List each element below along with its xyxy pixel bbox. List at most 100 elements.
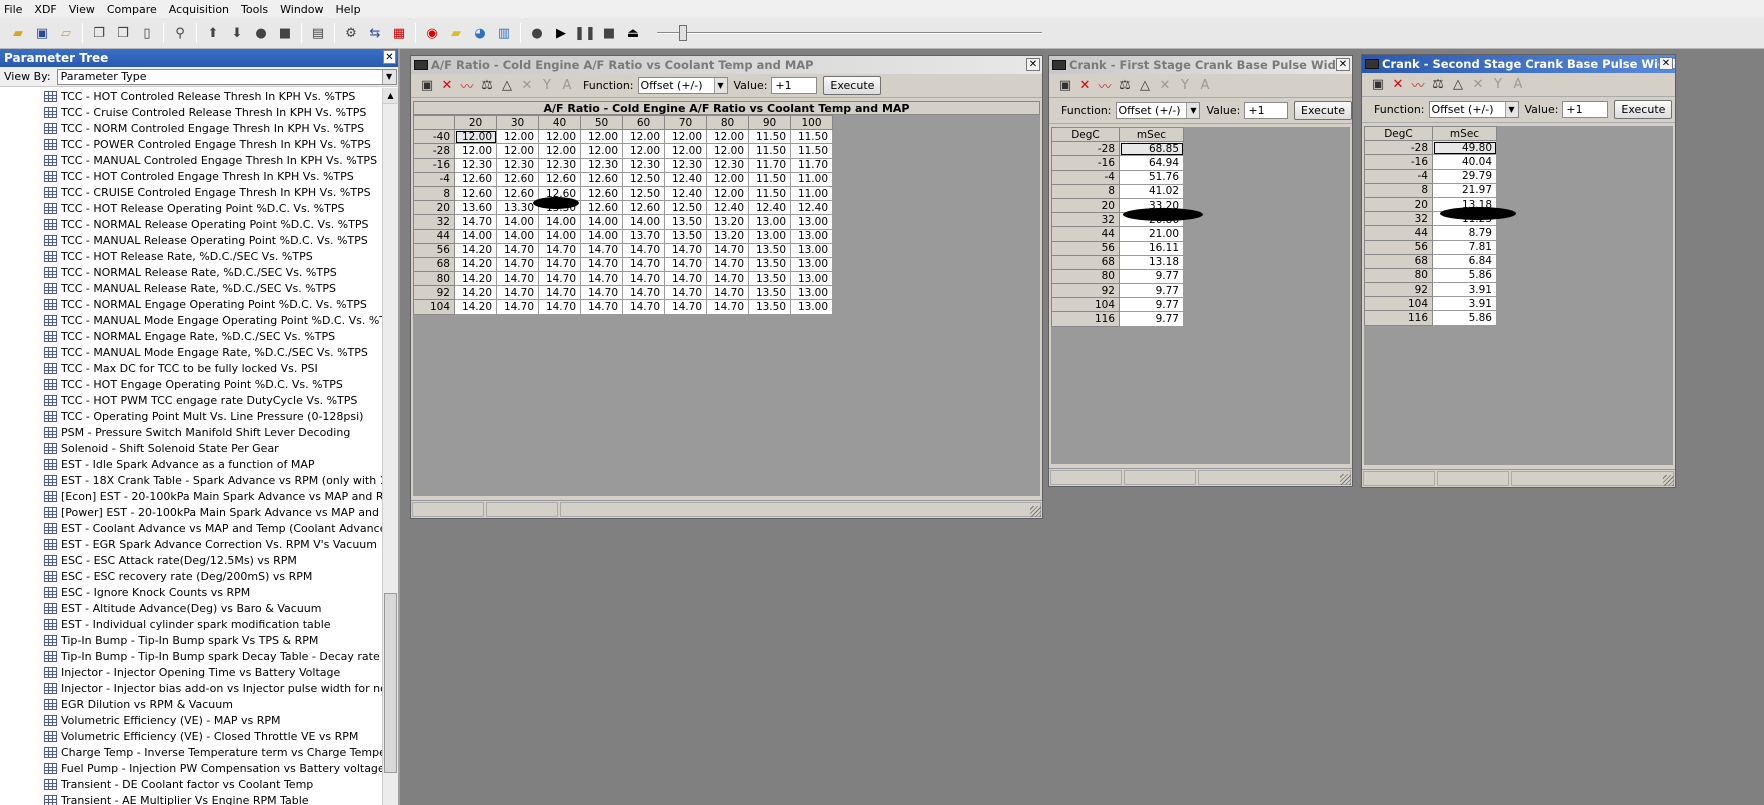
table-cell[interactable]: 9.77 (1119, 297, 1184, 313)
table-cell[interactable]: 14.20 (454, 285, 497, 301)
table-cell[interactable]: 14.70 (664, 256, 707, 273)
table-cell[interactable]: 13.20 (706, 214, 749, 230)
table-cell[interactable]: 12.00 (706, 171, 749, 187)
triangle-icon[interactable]: △ (497, 78, 517, 93)
tree-item[interactable]: PSM - Pressure Switch Manifold Shift Lev… (0, 424, 384, 440)
table-cell[interactable]: 14.20 (454, 256, 497, 273)
tree-item[interactable]: Transient - AE Multiplier Vs Engine RPM … (0, 792, 384, 805)
scale-icon[interactable]: ⚖ (1115, 78, 1135, 93)
tree-item[interactable]: TCC - HOT Release Operating Point %D.C. … (0, 200, 384, 216)
table-cell[interactable]: 16.11 (1119, 240, 1184, 256)
table-cell[interactable]: 13.00 (790, 214, 833, 230)
table-cell[interactable]: 12.60 (454, 171, 497, 187)
crank1-titlebar[interactable]: Crank - First Stage Crank Base Pulse Wid… (1049, 56, 1352, 74)
save-icon[interactable]: ▣ (1055, 78, 1075, 93)
table-cell[interactable]: 12.30 (496, 157, 539, 173)
table-cell[interactable]: 14.70 (496, 285, 539, 301)
save-icon[interactable]: ▣ (417, 78, 437, 93)
tree-item[interactable]: Tip-In Bump - Tip-In Bump spark Vs TPS &… (0, 632, 384, 648)
table-cell[interactable]: 13.00 (790, 285, 833, 301)
table-cell[interactable]: 11.50 (748, 129, 791, 145)
tree-item[interactable]: EST - Altitude Advance(Deg) vs Baro & Va… (0, 600, 384, 616)
table-cell[interactable]: 13.50 (664, 214, 707, 230)
table-cell[interactable]: 12.60 (580, 200, 623, 216)
table-cell[interactable]: 64.94 (1119, 155, 1184, 171)
table-cell[interactable]: 14.70 (622, 299, 665, 315)
table-cell[interactable]: 12.00 (454, 143, 497, 159)
menu-file[interactable]: File (0, 3, 30, 16)
chevron-down-icon[interactable]: ▼ (1186, 103, 1200, 118)
table-cell[interactable]: 12.00 (622, 143, 665, 159)
table-cell[interactable]: 14.70 (706, 256, 749, 273)
execute-button[interactable]: Execute (1614, 100, 1673, 119)
tree-item[interactable]: TCC - POWER Controled Engage Thresh In K… (0, 136, 384, 152)
table-cell[interactable]: 6.84 (1432, 253, 1497, 269)
table-cell[interactable]: 12.60 (454, 185, 497, 202)
tree-item[interactable]: ESC - ESC Attack rate(Deg/12.5Ms) vs RPM (0, 552, 384, 568)
tree-item[interactable]: TCC - Operating Point Mult Vs. Line Pres… (0, 408, 384, 424)
tree-item[interactable]: TCC - HOT Release Rate, %D.C./SEC Vs. %T… (0, 248, 384, 264)
table-cell[interactable]: 14.00 (538, 214, 581, 230)
table-cell[interactable]: 14.70 (664, 299, 707, 315)
tree-item[interactable]: TCC - MANUAL Controled Engage Thresh In … (0, 152, 384, 168)
table-cell[interactable]: 14.70 (580, 256, 623, 273)
table-cell[interactable]: 14.70 (706, 299, 749, 315)
tree-item[interactable]: TCC - NORMAL Engage Rate, %D.C./SEC Vs. … (0, 328, 384, 344)
tree-scrollbar[interactable]: ▲ (382, 88, 398, 805)
tree-item[interactable]: Charge Temp - Inverse Temperature term v… (0, 744, 384, 760)
table-cell[interactable]: 14.70 (496, 299, 539, 315)
tree-item[interactable]: TCC - NORMAL Release Operating Point %D.… (0, 216, 384, 232)
table-cell[interactable]: 14.70 (622, 271, 665, 287)
triangle-icon[interactable]: △ (1448, 77, 1468, 92)
table-cell[interactable]: 12.50 (622, 185, 665, 202)
execute-button[interactable]: Execute (823, 76, 882, 95)
table-cell[interactable]: 40.04 (1432, 154, 1497, 170)
table-cell[interactable]: 12.60 (580, 171, 623, 187)
table-cell[interactable]: 13.00 (790, 271, 833, 287)
table-cell[interactable]: 14.70 (496, 242, 539, 258)
tree-item[interactable]: EST - 18X Crank Table - Spark Advance vs… (0, 472, 384, 488)
delete-icon[interactable]: ✕ (437, 78, 457, 93)
table-cell[interactable]: 12.00 (454, 129, 497, 145)
table-cell[interactable]: 13.50 (748, 242, 791, 258)
table-cell[interactable]: 14.70 (664, 285, 707, 301)
tree-item[interactable]: Injector - Injector bias add-on vs Injec… (0, 680, 384, 696)
table-cell[interactable]: 12.00 (496, 143, 539, 159)
table-cell[interactable]: 13.60 (454, 200, 497, 216)
slider-thumb[interactable] (679, 25, 687, 41)
pause-icon[interactable]: ❚❚ (574, 23, 596, 43)
table-cell[interactable]: 12.40 (790, 200, 833, 216)
scroll-thumb[interactable] (384, 593, 397, 773)
close-icon[interactable]: ✕ (1659, 57, 1673, 70)
table-cell[interactable]: 11.50 (748, 171, 791, 187)
value-input[interactable]: +1 (771, 77, 818, 94)
table-cell[interactable]: 14.00 (454, 228, 497, 244)
resize-grip-icon[interactable] (1663, 475, 1674, 486)
menu-acquisition[interactable]: Acquisition (165, 3, 237, 16)
table-cell[interactable]: 13.18 (1119, 254, 1184, 270)
record-icon[interactable]: ● (251, 23, 271, 43)
table-cell[interactable]: 12.30 (664, 157, 707, 173)
swap-icon[interactable]: ⇆ (365, 23, 385, 43)
stop-red-icon[interactable]: ◉ (422, 23, 442, 43)
axis-icon[interactable]: ✕ (517, 78, 537, 93)
tree-item[interactable]: Solenoid - Shift Solenoid State Per Gear (0, 440, 384, 456)
menu-xdf[interactable]: XDF (30, 3, 64, 16)
checksum-icon[interactable]: ⚲ (170, 23, 190, 43)
tree-item[interactable]: EST - Idle Spark Advance as a function o… (0, 456, 384, 472)
tree-item[interactable]: TCC - MANUAL Mode Engage Rate, %D.C./SEC… (0, 344, 384, 360)
table-cell[interactable]: 13.70 (622, 228, 665, 244)
close-icon[interactable]: ✕ (383, 50, 396, 64)
table-cell[interactable]: 8.79 (1432, 225, 1497, 241)
table-cell[interactable]: 11.00 (790, 171, 833, 187)
tree-item[interactable]: EST - Individual cylinder spark modifica… (0, 616, 384, 632)
menu-view[interactable]: View (65, 3, 103, 16)
table-cell[interactable]: 12.40 (748, 200, 791, 216)
tree-item[interactable]: EST - Coolant Advance vs MAP and Temp (C… (0, 520, 384, 536)
table-cell[interactable]: 12.00 (706, 185, 749, 202)
axis-icon[interactable]: ✕ (1468, 77, 1488, 92)
table-cell[interactable]: 12.50 (622, 171, 665, 187)
table-cell[interactable]: 13.20 (706, 228, 749, 244)
table-cell[interactable]: 12.00 (496, 129, 539, 145)
graph-icon[interactable]: 〰 (457, 76, 477, 95)
